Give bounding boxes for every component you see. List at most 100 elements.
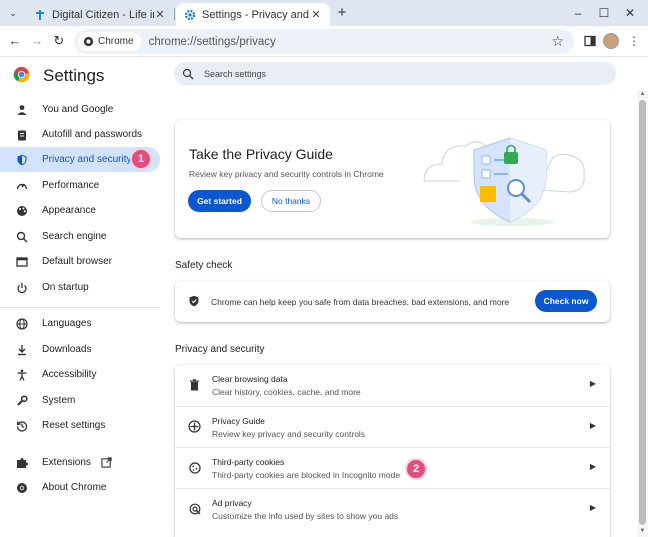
reload-icon[interactable]: ↻ [50, 32, 68, 50]
tab-digital-citizen[interactable]: Digital Citizen - Life in a digital ✕ [26, 3, 174, 26]
page-title: Settings [43, 66, 105, 85]
forward-arrow-icon[interactable]: → [28, 32, 46, 50]
tab-settings[interactable]: Settings - Privacy and security ✕ [176, 3, 330, 26]
shield-check-icon [188, 295, 200, 310]
chevron-right-icon: ▶ [589, 421, 596, 430]
safety-check-text: Chrome can help keep you safe from data … [211, 297, 510, 307]
get-started-button[interactable]: Get started [188, 190, 251, 212]
sidebar-item-on-startup[interactable]: On startup [0, 275, 160, 300]
sidebar-item-label: System [42, 395, 76, 406]
chip-label: Chrome [98, 36, 134, 47]
menu-kebab-icon[interactable]: ⋮ [626, 33, 642, 49]
sidebar-item-languages[interactable]: Languages [0, 311, 160, 336]
open-in-new-icon [101, 457, 112, 468]
search-placeholder: Search settings [204, 68, 267, 79]
privacy-security-heading: Privacy and security [175, 344, 265, 355]
new-tab-button[interactable]: + [333, 4, 351, 22]
scroll-up-arrow-icon[interactable]: ▲ [638, 91, 647, 97]
search-icon [16, 231, 28, 243]
row-privacy-guide[interactable]: Privacy Guide Review key privacy and sec… [175, 406, 610, 447]
tab-close-icon[interactable]: ✕ [154, 8, 166, 21]
scrollbar-thumb[interactable] [639, 100, 646, 525]
sidebar-item-label: Privacy and security [42, 154, 132, 165]
check-now-button[interactable]: Check now [535, 290, 597, 312]
gauge-icon [16, 180, 28, 192]
avatar [603, 33, 619, 49]
sidebar-item-autofill[interactable]: Autofill and passwords [0, 122, 160, 147]
globe-icon [16, 317, 28, 330]
profile-avatar[interactable] [603, 33, 619, 49]
sidebar-item-label: About Chrome [42, 482, 107, 493]
chevron-right-icon: ▶ [589, 379, 596, 388]
power-icon [16, 282, 28, 294]
privacy-guide-card: Take the Privacy Guide Review key privac… [175, 120, 610, 238]
compass-icon [188, 420, 201, 433]
url-text[interactable]: chrome://settings/privacy [149, 36, 276, 48]
palette-icon [16, 205, 28, 217]
back-arrow-icon[interactable]: ← [6, 32, 24, 50]
search-icon [182, 68, 194, 79]
row-clear-browsing-data[interactable]: Clear browsing data Clear history, cooki… [175, 365, 610, 406]
row-title: Third-party cookies [212, 457, 285, 467]
sidebar-item-label: Appearance [42, 205, 96, 216]
sidebar-item-label: Accessibility [42, 369, 97, 380]
browser-toolbar: ← → ↻ Chrome chrome://settings/privacy ☆… [0, 26, 648, 57]
settings-gear-icon [184, 9, 196, 21]
window-close-button[interactable]: ✕ [615, 4, 645, 22]
trash-icon [188, 378, 201, 391]
side-panel-icon[interactable] [582, 33, 598, 49]
chrome-icon [16, 482, 28, 494]
chevron-right-icon: ▶ [589, 503, 596, 512]
privacy-guide-subtitle: Review key privacy and security controls… [189, 169, 384, 179]
clipboard-icon [16, 129, 28, 141]
sidebar-item-default-browser[interactable]: Default browser [0, 249, 160, 274]
annotation-badge-2: 2 [405, 458, 427, 480]
browser-icon [16, 256, 28, 268]
sidebar-item-accessibility[interactable]: Accessibility [0, 362, 160, 387]
sidebar-item-extensions[interactable]: Extensions [0, 450, 160, 475]
row-subtitle: Clear history, cookies, cache, and more [212, 387, 361, 397]
row-title: Privacy Guide [212, 416, 265, 426]
sidebar-item-downloads[interactable]: Downloads [0, 337, 160, 362]
scroll-down-arrow-icon[interactable]: ▼ [638, 528, 647, 534]
bookmark-star-icon[interactable]: ☆ [551, 33, 564, 50]
sidebar-item-about-chrome[interactable]: About Chrome [0, 475, 160, 500]
sidebar-item-label: Performance [42, 180, 100, 191]
sidebar-item-performance[interactable]: Performance [0, 173, 160, 198]
row-subtitle: Third-party cookies are blocked in Incog… [212, 470, 401, 480]
tab-search-icon[interactable]: ⌄ [4, 4, 22, 22]
tab-title: Digital Citizen - Life in a digital [52, 8, 154, 21]
history-icon [16, 420, 28, 432]
sidebar-item-search-engine[interactable]: Search engine [0, 224, 160, 249]
sidebar-item-label: Extensions [42, 457, 91, 468]
privacy-guide-title: Take the Privacy Guide [189, 146, 333, 162]
tab-strip: ⌄ Digital Citizen - Life in a digital ✕ … [0, 0, 648, 26]
row-subtitle: Customize the info used by sites to show… [212, 511, 399, 521]
safety-check-heading: Safety check [175, 260, 233, 271]
person-icon [16, 104, 28, 116]
sidebar-item-you-and-google[interactable]: You and Google [0, 97, 160, 122]
search-settings-input[interactable]: Search settings [174, 62, 616, 85]
chrome-icon [83, 36, 94, 47]
sidebar-item-reset-settings[interactable]: Reset settings [0, 413, 160, 438]
safety-check-card: Chrome can help keep you safe from data … [175, 281, 610, 322]
privacy-security-card: Clear browsing data Clear history, cooki… [175, 365, 610, 537]
sidebar-item-appearance[interactable]: Appearance [0, 198, 160, 223]
site-info-chip[interactable]: Chrome [78, 32, 141, 51]
sidebar-item-system[interactable]: System [0, 388, 160, 413]
download-icon [16, 344, 28, 356]
address-bar[interactable]: Chrome chrome://settings/privacy ☆ [74, 29, 574, 54]
shield-icon [16, 154, 28, 166]
chrome-logo-icon [13, 66, 30, 83]
sidebar-divider [0, 307, 160, 308]
sidebar-item-label: Autofill and passwords [42, 129, 143, 140]
row-title: Clear browsing data [212, 374, 288, 384]
no-thanks-button[interactable]: No thanks [261, 190, 321, 212]
sidebar-item-label: Reset settings [42, 420, 106, 431]
wrench-icon [16, 394, 28, 407]
row-third-party-cookies[interactable]: Third-party cookies Third-party cookies … [175, 447, 610, 488]
sidebar-item-label: On startup [42, 282, 89, 293]
row-ad-privacy[interactable]: Ad privacy Customize the info used by si… [175, 488, 610, 529]
sidebar-item-label: Languages [42, 318, 92, 329]
tab-close-icon[interactable]: ✕ [310, 8, 322, 21]
